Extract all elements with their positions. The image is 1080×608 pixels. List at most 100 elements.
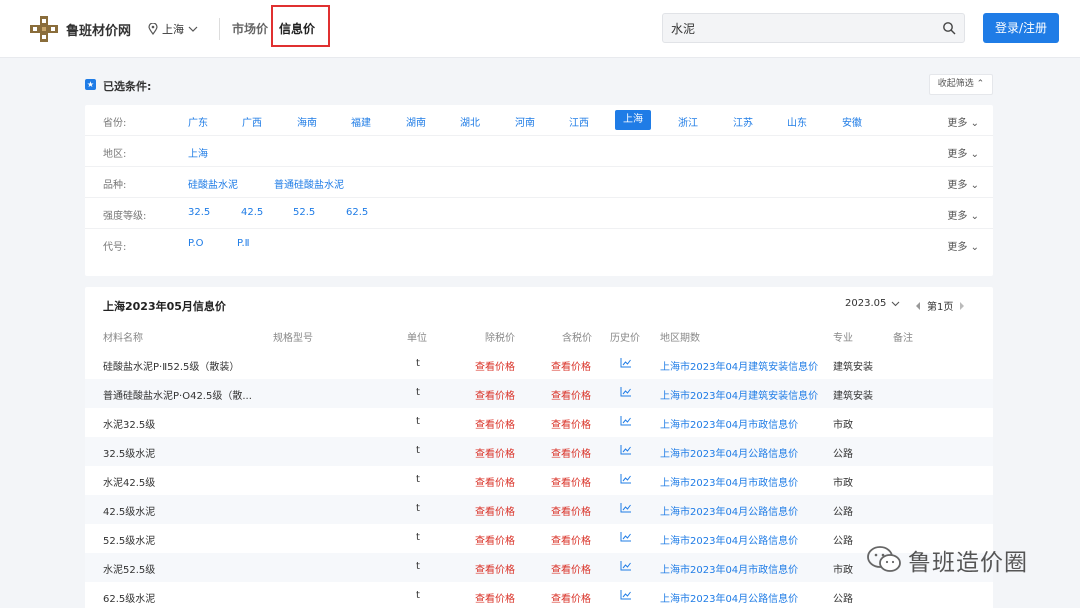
view-price-in-tax-link[interactable]: 查看价格 xyxy=(551,416,591,431)
filter-option-active[interactable]: 上海 xyxy=(615,110,651,130)
material-name: 硅酸盐水泥P·Ⅱ52.5级（散装） xyxy=(103,362,240,373)
view-price-ex-tax-link[interactable]: 查看价格 xyxy=(475,445,515,460)
filter-option[interactable]: 安徽 xyxy=(842,114,862,129)
nav-market-price[interactable]: 市场价 xyxy=(232,20,268,37)
filter-label: 品种: xyxy=(103,180,127,191)
period-link[interactable]: 上海市2023年04月建筑安装信息价 xyxy=(660,358,818,373)
trend-chart-icon[interactable] xyxy=(620,531,632,542)
filter-row-strength: 强度等级: 32.5 42.5 52.5 62.5 更多 ⌄ xyxy=(85,198,993,229)
filter-option[interactable]: 海南 xyxy=(297,114,317,129)
view-price-ex-tax-link[interactable]: 查看价格 xyxy=(475,474,515,489)
filter-option[interactable]: P.O xyxy=(188,238,204,249)
trend-chart-icon[interactable] xyxy=(620,444,632,455)
filter-option[interactable]: 广西 xyxy=(242,114,262,129)
unit: t xyxy=(416,474,420,485)
filter-option[interactable]: 42.5 xyxy=(241,207,263,218)
more-label: 更多 xyxy=(947,180,968,191)
filter-option[interactable]: 江西 xyxy=(569,114,589,129)
more-button[interactable]: 更多 ⌄ xyxy=(947,207,979,222)
filter-option[interactable]: 湖南 xyxy=(406,114,426,129)
watermark: 鲁班造价圈 xyxy=(866,543,1046,577)
collapse-filter-button[interactable]: 收起筛选 ⌃ xyxy=(929,74,993,95)
next-page-icon[interactable] xyxy=(959,301,965,310)
more-button[interactable]: 更多 ⌄ xyxy=(947,114,979,129)
filter-option[interactable]: P.Ⅱ xyxy=(237,238,250,249)
table-row: 62.5级水泥 t 查看价格 查看价格 上海市2023年04月公路信息价 公路 xyxy=(85,582,993,608)
table-row: 普通硅酸盐水泥P·O42.5级（散... t 查看价格 查看价格 上海市2023… xyxy=(85,379,993,408)
period-link[interactable]: 上海市2023年04月公路信息价 xyxy=(660,532,798,547)
view-price-ex-tax-link[interactable]: 查看价格 xyxy=(475,503,515,518)
table-title: 上海2023年05月信息价 xyxy=(103,300,226,313)
login-register-button[interactable]: 登录/注册 xyxy=(983,13,1059,43)
period-link[interactable]: 上海市2023年04月公路信息价 xyxy=(660,503,798,518)
filter-option[interactable]: 河南 xyxy=(515,114,535,129)
trend-chart-icon[interactable] xyxy=(620,473,632,484)
trend-chart-icon[interactable] xyxy=(620,357,632,368)
material-name: 32.5级水泥 xyxy=(103,449,156,460)
more-label: 更多 xyxy=(947,242,968,253)
luban-logo-icon[interactable] xyxy=(30,16,58,42)
view-price-ex-tax-link[interactable]: 查看价格 xyxy=(475,358,515,373)
table-row: 32.5级水泥 t 查看价格 查看价格 上海市2023年04月公路信息价 公路 xyxy=(85,437,993,466)
filter-label: 代号: xyxy=(103,242,127,253)
view-price-ex-tax-link[interactable]: 查看价格 xyxy=(475,387,515,402)
view-price-in-tax-link[interactable]: 查看价格 xyxy=(551,503,591,518)
prev-page-icon[interactable] xyxy=(915,301,921,310)
filter-option[interactable]: 福建 xyxy=(351,114,371,129)
star-icon: ★ xyxy=(85,79,96,90)
view-price-in-tax-link[interactable]: 查看价格 xyxy=(551,445,591,460)
filter-option[interactable]: 62.5 xyxy=(346,207,368,218)
more-button[interactable]: 更多 ⌄ xyxy=(947,176,979,191)
view-price-ex-tax-link[interactable]: 查看价格 xyxy=(475,561,515,576)
period-link[interactable]: 上海市2023年04月市政信息价 xyxy=(660,474,798,489)
trend-chart-icon[interactable] xyxy=(620,386,632,397)
date-selector[interactable]: 2023.05 xyxy=(845,298,900,309)
unit: t xyxy=(416,532,420,543)
filter-option[interactable]: 普通硅酸盐水泥 xyxy=(274,176,344,191)
search-icon[interactable] xyxy=(942,21,956,35)
unit: t xyxy=(416,561,420,572)
unit: t xyxy=(416,416,420,427)
filter-option[interactable]: 江苏 xyxy=(733,114,753,129)
more-label: 更多 xyxy=(947,211,968,222)
filter-option[interactable]: 上海 xyxy=(188,145,208,160)
city-selector[interactable]: 上海 xyxy=(148,21,198,37)
col-header: 材料名称 xyxy=(103,333,143,344)
filter-option[interactable]: 广东 xyxy=(188,114,208,129)
view-price-in-tax-link[interactable]: 查看价格 xyxy=(551,358,591,373)
search-input[interactable] xyxy=(671,20,931,36)
view-price-in-tax-link[interactable]: 查看价格 xyxy=(551,561,591,576)
period-link[interactable]: 上海市2023年04月市政信息价 xyxy=(660,561,798,576)
view-price-ex-tax-link[interactable]: 查看价格 xyxy=(475,416,515,431)
period-link[interactable]: 上海市2023年04月建筑安装信息价 xyxy=(660,387,818,402)
view-price-in-tax-link[interactable]: 查看价格 xyxy=(551,474,591,489)
filter-panel: 省份: 广东 广西 海南 福建 湖南 湖北 河南 江西 上海 浙江 江苏 山东 … xyxy=(85,105,993,276)
filter-option[interactable]: 浙江 xyxy=(678,114,698,129)
more-button[interactable]: 更多 ⌄ xyxy=(947,145,979,160)
filter-option[interactable]: 山东 xyxy=(787,114,807,129)
more-label: 更多 xyxy=(947,118,968,129)
page-label: 第1页 xyxy=(927,302,954,313)
filter-option[interactable]: 硅酸盐水泥 xyxy=(188,176,238,191)
trend-chart-icon[interactable] xyxy=(620,560,632,571)
period-link[interactable]: 上海市2023年04月市政信息价 xyxy=(660,416,798,431)
filter-option[interactable]: 湖北 xyxy=(460,114,480,129)
location-pin-icon xyxy=(148,23,158,35)
table-row: 硅酸盐水泥P·Ⅱ52.5级（散装） t 查看价格 查看价格 上海市2023年04… xyxy=(85,350,993,379)
trend-chart-icon[interactable] xyxy=(620,415,632,426)
view-price-in-tax-link[interactable]: 查看价格 xyxy=(551,387,591,402)
view-price-in-tax-link[interactable]: 查看价格 xyxy=(551,532,591,547)
brand-name[interactable]: 鲁班材价网 xyxy=(66,20,131,39)
view-price-ex-tax-link[interactable]: 查看价格 xyxy=(475,590,515,605)
trend-chart-icon[interactable] xyxy=(620,589,632,600)
highlight-box xyxy=(271,5,330,47)
period-link[interactable]: 上海市2023年04月公路信息价 xyxy=(660,590,798,605)
period-link[interactable]: 上海市2023年04月公路信息价 xyxy=(660,445,798,460)
view-price-in-tax-link[interactable]: 查看价格 xyxy=(551,590,591,605)
filter-option[interactable]: 32.5 xyxy=(188,207,210,218)
trend-chart-icon[interactable] xyxy=(620,502,632,513)
view-price-ex-tax-link[interactable]: 查看价格 xyxy=(475,532,515,547)
more-button[interactable]: 更多 ⌄ xyxy=(947,238,979,253)
filter-label: 强度等级: xyxy=(103,211,147,222)
filter-option[interactable]: 52.5 xyxy=(293,207,315,218)
